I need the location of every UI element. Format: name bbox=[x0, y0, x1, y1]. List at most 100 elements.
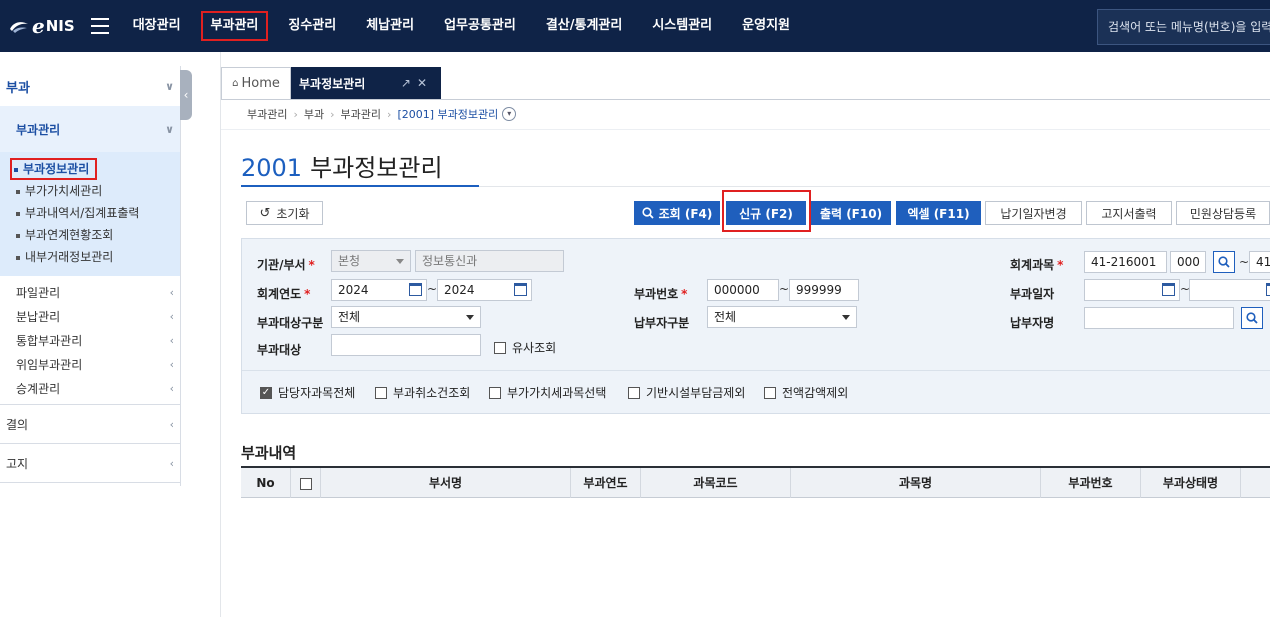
levy-list-title: 부과내역 bbox=[241, 444, 297, 462]
chevron-left-icon: ‹ bbox=[169, 285, 174, 299]
sidebar-section-levy[interactable]: 부과 ∨ bbox=[0, 66, 180, 106]
menu-item-1[interactable]: 부과관리 bbox=[200, 11, 269, 41]
search-panel: 기관/부서* 본청 정보통신과 회계과목* 41-216001 000 ~ 41… bbox=[241, 238, 1270, 414]
option-checkbox-2[interactable]: 부가가치세과목선택 bbox=[489, 384, 606, 401]
grid-column-2: 부서명 bbox=[321, 468, 571, 498]
menu-search-input[interactable]: 검색어 또는 메뉴명(번호)을 입력 bbox=[1097, 9, 1270, 45]
search-button[interactable]: 조회 (F4) bbox=[634, 201, 720, 225]
payer-type-select[interactable]: 전체 bbox=[707, 306, 857, 328]
notice-print-button[interactable]: 고지서출력 bbox=[1086, 201, 1172, 225]
reset-button[interactable]: ↺ 초기화 bbox=[246, 201, 323, 225]
menu-item-5[interactable]: 결산/통계관리 bbox=[536, 11, 633, 41]
payer-search-button[interactable] bbox=[1241, 307, 1263, 329]
year-to-input[interactable]: 2024 bbox=[437, 279, 532, 301]
org-select[interactable]: 본청 bbox=[331, 250, 411, 272]
levy-date-to-input[interactable] bbox=[1189, 279, 1270, 301]
sidebar-leaf-2[interactable]: 부과내역서/집계표출력 bbox=[0, 202, 180, 224]
sidebar-item-3[interactable]: 위임부과관리 ‹ bbox=[0, 352, 180, 376]
sidebar-leaf-3[interactable]: 부과연계현황조회 bbox=[0, 224, 180, 246]
levy-date-from-input[interactable] bbox=[1084, 279, 1180, 301]
breadcrumb-item-3[interactable]: [2001] 부과정보관리 bbox=[397, 106, 498, 122]
option-label: 기반시설부담금제외 bbox=[646, 386, 746, 400]
menu-item-2[interactable]: 징수관리 bbox=[278, 11, 346, 41]
app-logo[interactable]: e NIS bbox=[8, 14, 75, 38]
sidebar-item-2[interactable]: 통합부과관리 ‹ bbox=[0, 328, 180, 352]
main-menu: 대장관리 부과관리 징수관리 체납관리 업무공통관리 결산/통계관리 시스템관리 운영지원 bbox=[123, 0, 810, 52]
option-checkbox-1[interactable]: 부과취소건조회 bbox=[375, 384, 470, 401]
reset-button-label: 초기화 bbox=[276, 206, 310, 221]
close-icon[interactable]: ✕ bbox=[417, 76, 433, 90]
target-input[interactable] bbox=[331, 334, 481, 356]
option-checkbox-3[interactable]: 기반시설부담금제외 bbox=[628, 384, 745, 401]
levy-no-from-input[interactable]: 000000 bbox=[707, 279, 779, 301]
due-date-change-button[interactable]: 납기일자변경 bbox=[985, 201, 1082, 225]
account-label: 회계과목 * bbox=[1010, 258, 1064, 272]
range-tilde: ~ bbox=[427, 282, 438, 296]
sidebar-item-1[interactable]: 분납관리 ‹ bbox=[0, 304, 180, 328]
logo-swirl-icon bbox=[10, 22, 28, 33]
sidebar-item-label: 분납관리 bbox=[16, 309, 61, 324]
tab-levy-info[interactable]: 부과정보관리 ↗✕ bbox=[291, 67, 441, 99]
year-from-input[interactable]: 2024 bbox=[331, 279, 427, 301]
sidebar-subsection-label: 부과관리 bbox=[16, 122, 61, 137]
levy-no-to-input[interactable]: 999999 bbox=[789, 279, 859, 301]
hamburger-menu-icon[interactable] bbox=[90, 18, 109, 34]
logo-e: e bbox=[32, 14, 45, 38]
checkbox-icon bbox=[764, 386, 776, 399]
excel-button[interactable]: 엑셀 (F11) bbox=[896, 201, 981, 225]
sidebar-subsection-levy-management[interactable]: 부과관리 ∨ bbox=[0, 106, 180, 152]
grid-column-3: 부과연도 bbox=[571, 468, 641, 498]
option-label: 전액감액제외 bbox=[782, 386, 849, 400]
sidebar-item-4[interactable]: 승계관리 ‹ bbox=[0, 376, 180, 400]
popout-icon[interactable]: ↗ bbox=[401, 76, 417, 90]
sidebar-subsection: 부과관리 ∨ 부과정보관리 부가가치세관리 부과내역서/집계표출력 부과연계현황조회 내… bbox=[0, 106, 180, 276]
sidebar-item-0[interactable]: 파일관리 ‹ bbox=[0, 280, 180, 304]
menu-item-4[interactable]: 업무공통관리 bbox=[434, 11, 526, 41]
option-label: 부가가치세과목선택 bbox=[507, 386, 607, 400]
menu-item-7[interactable]: 운영지원 bbox=[732, 11, 800, 41]
tab-home[interactable]: ⌂ Home bbox=[221, 67, 291, 99]
breadcrumb-dropdown-icon[interactable]: ▾ bbox=[502, 107, 517, 121]
calendar-icon[interactable] bbox=[514, 283, 527, 296]
checkbox-icon: ✓ bbox=[260, 386, 272, 399]
similar-search-checkbox[interactable]: 유사조회 bbox=[494, 339, 556, 356]
account-sub-input[interactable]: 000 bbox=[1170, 251, 1206, 273]
payer-name-input[interactable] bbox=[1084, 307, 1234, 329]
search-button-label: 조회 (F4) bbox=[658, 206, 713, 221]
breadcrumb-item-1[interactable]: 부과 bbox=[304, 106, 324, 122]
sidebar-leaf-0[interactable]: 부과정보관리 bbox=[0, 158, 180, 180]
sidebar-item-label: 위임부과관리 bbox=[16, 357, 83, 372]
chevron-left-icon: ‹ bbox=[169, 357, 174, 371]
menu-item-3[interactable]: 체납관리 bbox=[356, 11, 424, 41]
menu-item-6[interactable]: 시스템관리 bbox=[642, 11, 722, 41]
calendar-icon[interactable] bbox=[1266, 283, 1270, 296]
sidebar-leaf-1[interactable]: 부가가치세관리 bbox=[0, 180, 180, 202]
sidebar-item-label: 통합부과관리 bbox=[16, 333, 83, 348]
breadcrumb-item-2[interactable]: 부과관리 bbox=[341, 106, 381, 122]
calendar-icon[interactable] bbox=[409, 283, 422, 296]
option-checkbox-4[interactable]: 전액감액제외 bbox=[764, 384, 848, 401]
sidebar: 부과 ∨ 부과관리 ∨ 부과정보관리 부가가치세관리 부과내역서/집계표출력 부과연계… bbox=[0, 66, 181, 486]
new-button-highlight bbox=[722, 190, 811, 232]
grid-column-1[interactable] bbox=[291, 468, 321, 498]
account-code-to-input[interactable]: 41- bbox=[1249, 251, 1270, 273]
sidebar-leaf-4[interactable]: 내부거래정보관리 bbox=[0, 246, 180, 268]
bullet-icon bbox=[16, 211, 20, 216]
target-type-label: 부과대상구분 bbox=[257, 316, 324, 330]
menu-item-0[interactable]: 대장관리 bbox=[123, 11, 191, 41]
sidebar-section-0[interactable]: 결의 ‹ bbox=[0, 405, 180, 444]
print-button[interactable]: 출력 (F10) bbox=[811, 201, 891, 225]
tab-active-label: 부과정보관리 bbox=[299, 76, 366, 91]
grid-column-5: 과목명 bbox=[791, 468, 1041, 498]
option-checkbox-0[interactable]: ✓ 담당자과목전체 bbox=[260, 384, 355, 401]
account-search-button[interactable] bbox=[1213, 251, 1235, 273]
account-code-input[interactable]: 41-216001 bbox=[1084, 251, 1167, 273]
calendar-icon[interactable] bbox=[1162, 283, 1175, 296]
select-all-checkbox[interactable] bbox=[299, 477, 312, 490]
complaint-register-button[interactable]: 민원상담등록 bbox=[1176, 201, 1270, 225]
target-type-select[interactable]: 전체 bbox=[331, 306, 481, 328]
sidebar-section-1[interactable]: 고지 ‹ bbox=[0, 444, 180, 483]
sidebar-collapse-toggle[interactable]: ‹ bbox=[180, 70, 192, 120]
levy-date-label: 부과일자 bbox=[1010, 287, 1055, 301]
breadcrumb-item-0[interactable]: 부과관리 bbox=[247, 106, 287, 122]
